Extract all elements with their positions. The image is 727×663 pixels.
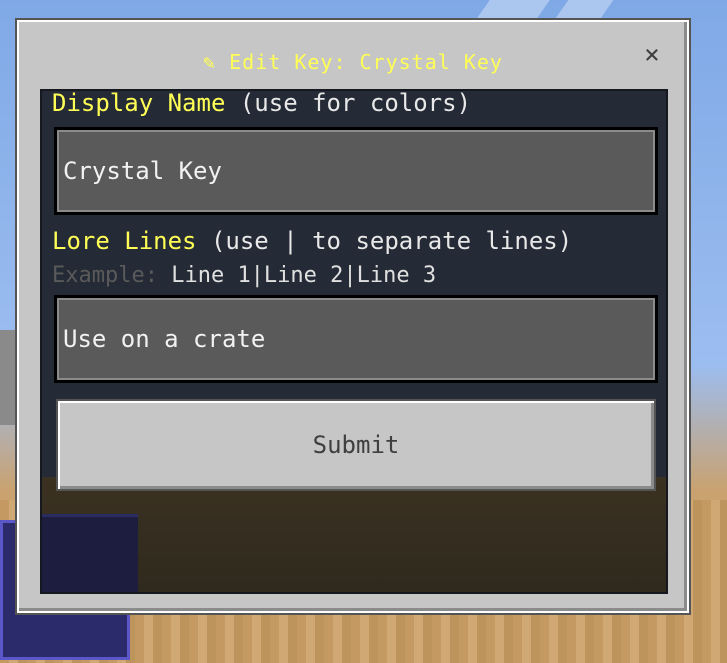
dialog-content: Display Name (use for colors) Lore Lines… [40, 89, 668, 594]
submit-button[interactable]: Submit [56, 399, 656, 491]
background-world-block [42, 514, 138, 592]
display-name-label-title: Display Name [52, 89, 226, 117]
lore-lines-input[interactable] [54, 295, 658, 383]
display-name-label-hint: (use for colors) [225, 89, 472, 117]
dialog-title: ✎ Edit Key: Crystal Key [19, 50, 687, 74]
lore-lines-label-title: Lore Lines [52, 227, 197, 255]
lore-lines-label-hint: (use | to separate lines) [196, 227, 573, 255]
edit-key-dialog: ✎ Edit Key: Crystal Key × Display Name (… [17, 20, 689, 613]
dialog-title-text: Edit Key: Crystal Key [229, 50, 503, 74]
close-icon: × [644, 40, 660, 70]
pencil-icon: ✎ [203, 50, 217, 74]
lore-lines-label: Lore Lines (use | to separate lines) [52, 227, 572, 255]
display-name-label: Display Name (use for colors) [52, 89, 472, 117]
lore-lines-example: Example: Line 1|Line 2|Line 3 [52, 263, 436, 288]
example-value: Line 1|Line 2|Line 3 [157, 263, 437, 288]
display-name-input[interactable] [54, 127, 658, 215]
close-button[interactable]: × [641, 42, 663, 68]
example-label: Example: [52, 263, 158, 288]
